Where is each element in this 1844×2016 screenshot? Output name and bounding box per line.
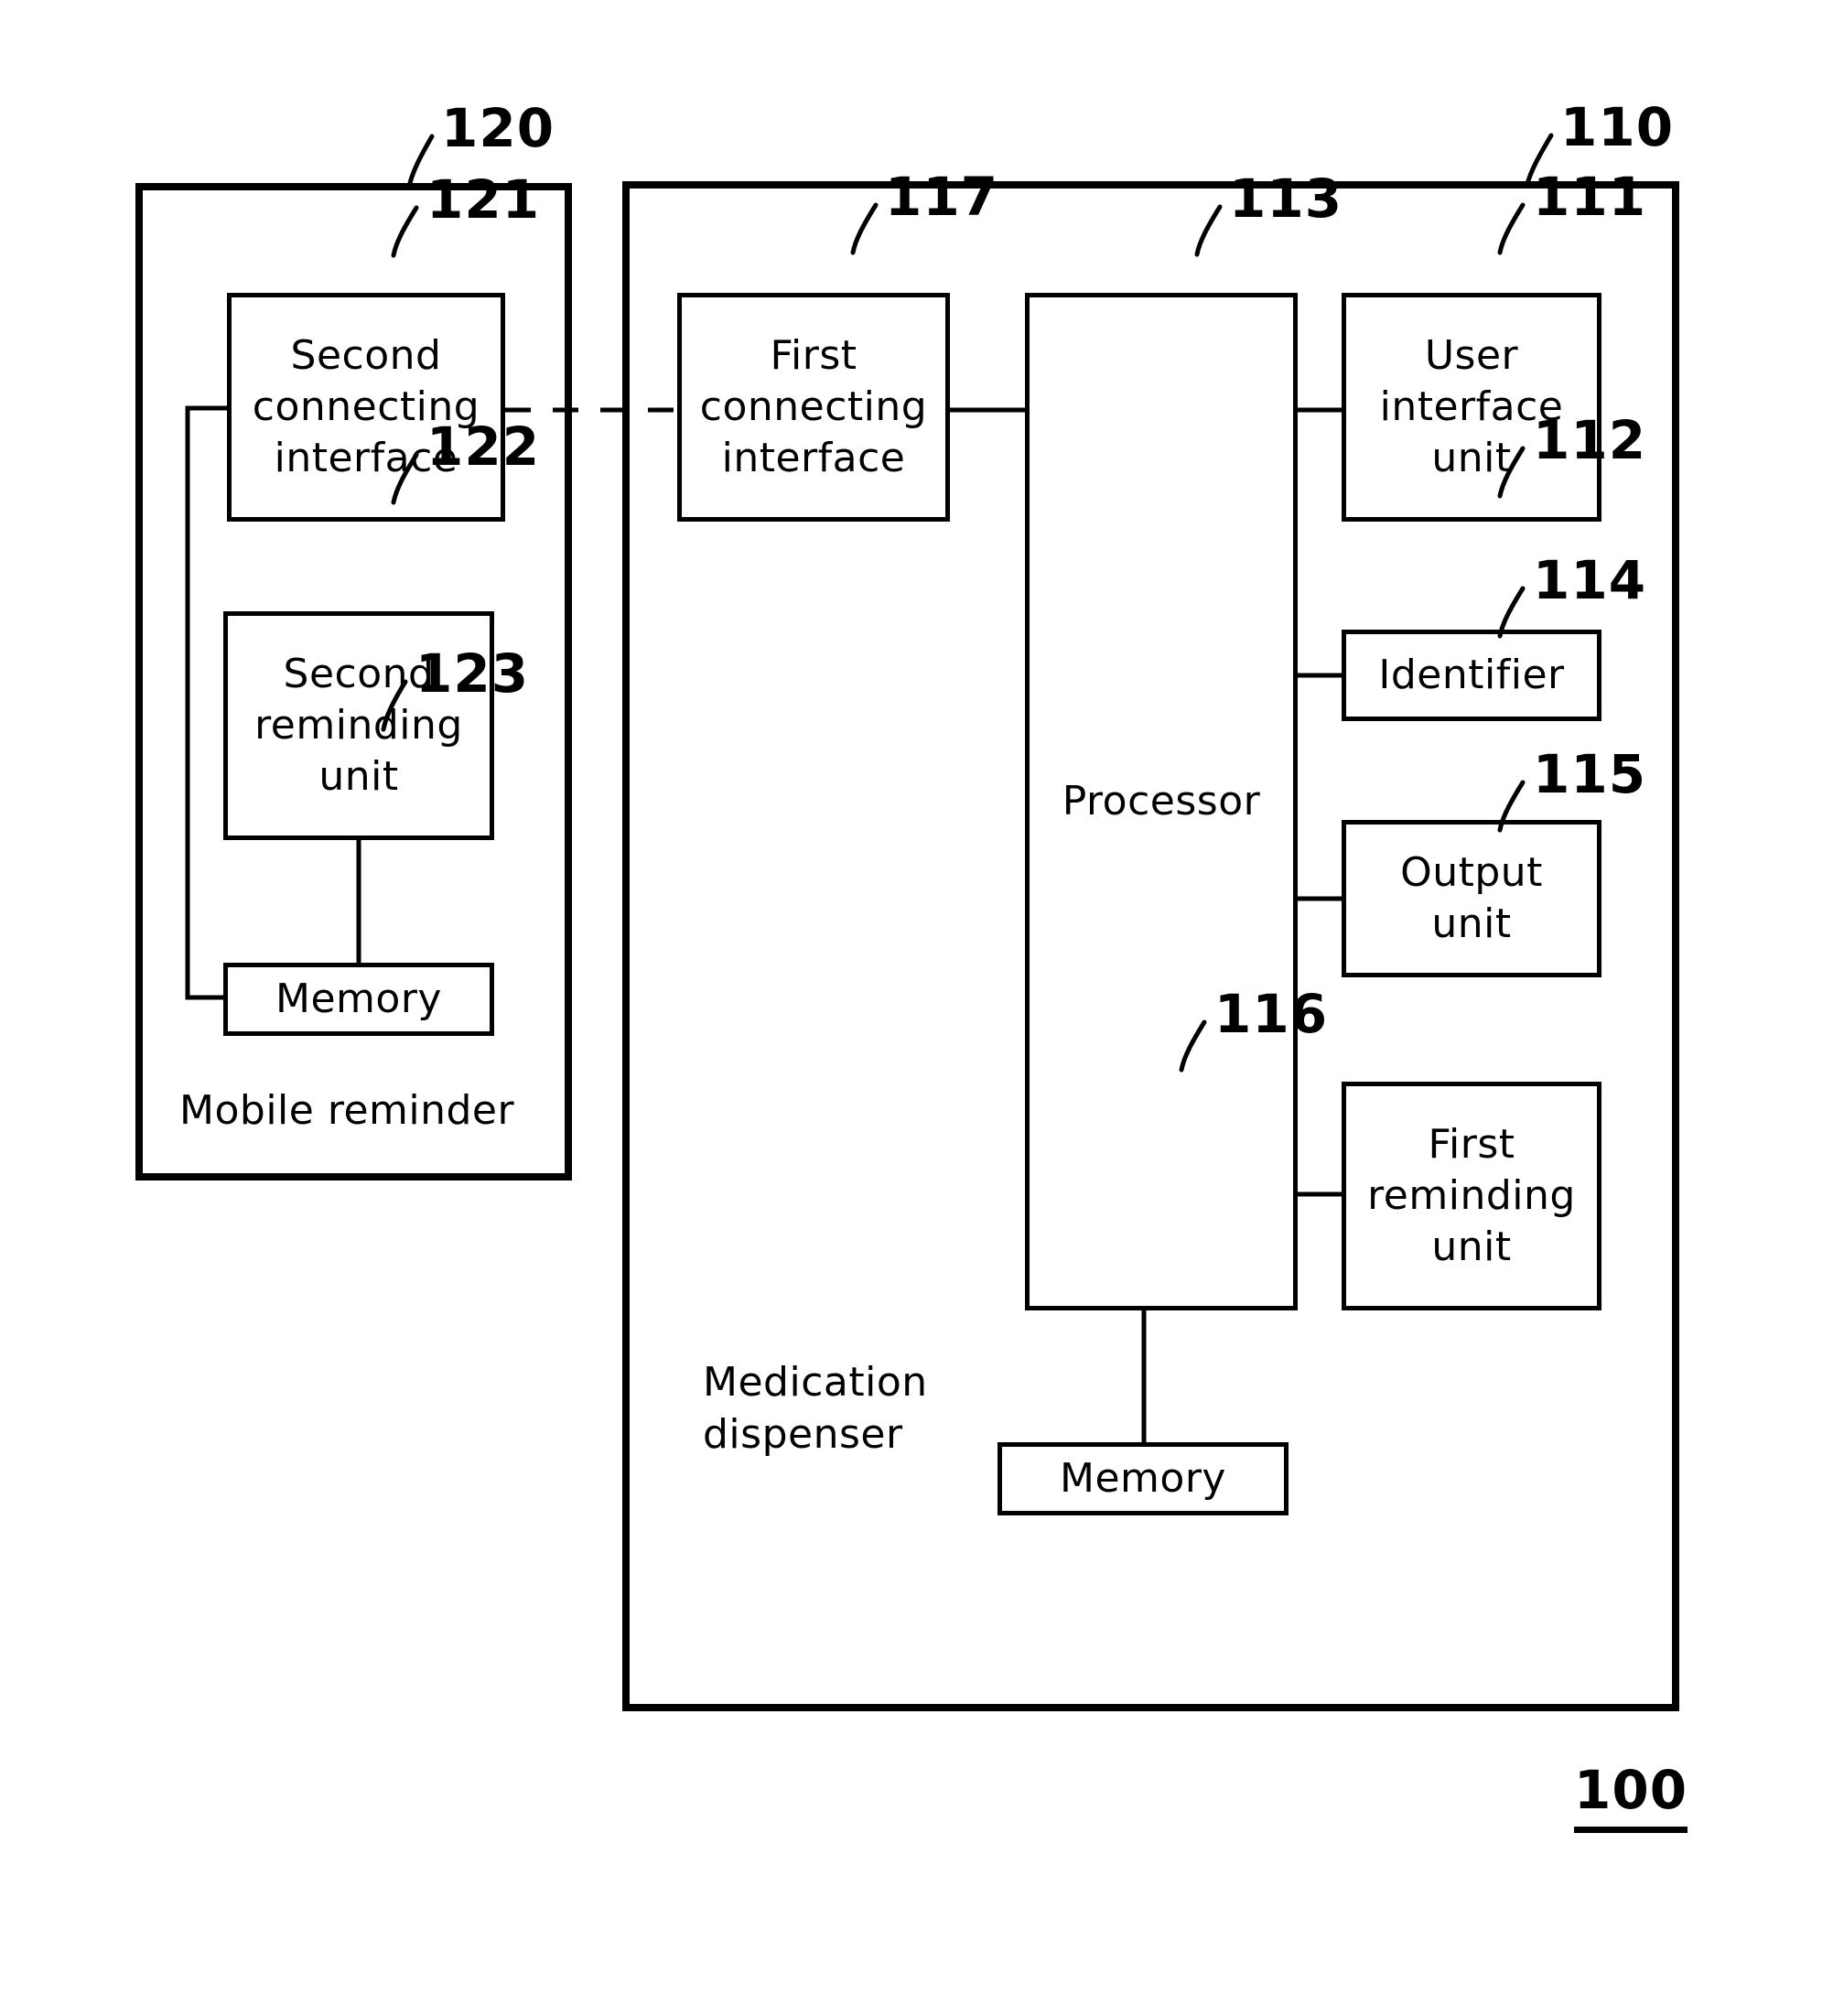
block-processor[interactable]: Processor xyxy=(1025,293,1298,1310)
block-user-interface-unit[interactable]: User interface unit xyxy=(1342,293,1601,522)
ref-117: 117 xyxy=(885,166,999,228)
block-first-connecting-interface[interactable]: First connecting interface xyxy=(677,293,950,522)
ref-121: 121 xyxy=(426,168,541,231)
ref-111: 111 xyxy=(1533,166,1647,228)
ref-115: 115 xyxy=(1533,743,1647,805)
ref-113: 113 xyxy=(1229,167,1343,230)
block-first-memory[interactable]: Memory xyxy=(997,1442,1289,1515)
block-first-reminding-unit[interactable]: First reminding unit xyxy=(1342,1082,1601,1310)
figure-id-label: 100 xyxy=(1574,1759,1688,1833)
ref-122: 122 xyxy=(426,415,541,478)
ref-123: 123 xyxy=(415,642,530,705)
block-second-memory[interactable]: Memory xyxy=(223,963,494,1036)
block-second-connecting-interface[interactable]: Second connecting interface xyxy=(227,293,505,522)
caption-mobile-reminder: Mobile reminder xyxy=(179,1087,515,1134)
ref-110: 110 xyxy=(1560,96,1675,158)
ref-114: 114 xyxy=(1533,549,1647,611)
ref-120: 120 xyxy=(441,97,555,159)
ref-116: 116 xyxy=(1214,983,1329,1045)
figure-canvas: Second connecting interface Second remin… xyxy=(0,0,1844,2016)
caption-medication-dispenser: Medication dispenser xyxy=(703,1359,928,1459)
ref-112: 112 xyxy=(1533,409,1647,471)
block-identifier[interactable]: Identifier xyxy=(1342,630,1601,721)
block-output-unit[interactable]: Output unit xyxy=(1342,820,1601,977)
